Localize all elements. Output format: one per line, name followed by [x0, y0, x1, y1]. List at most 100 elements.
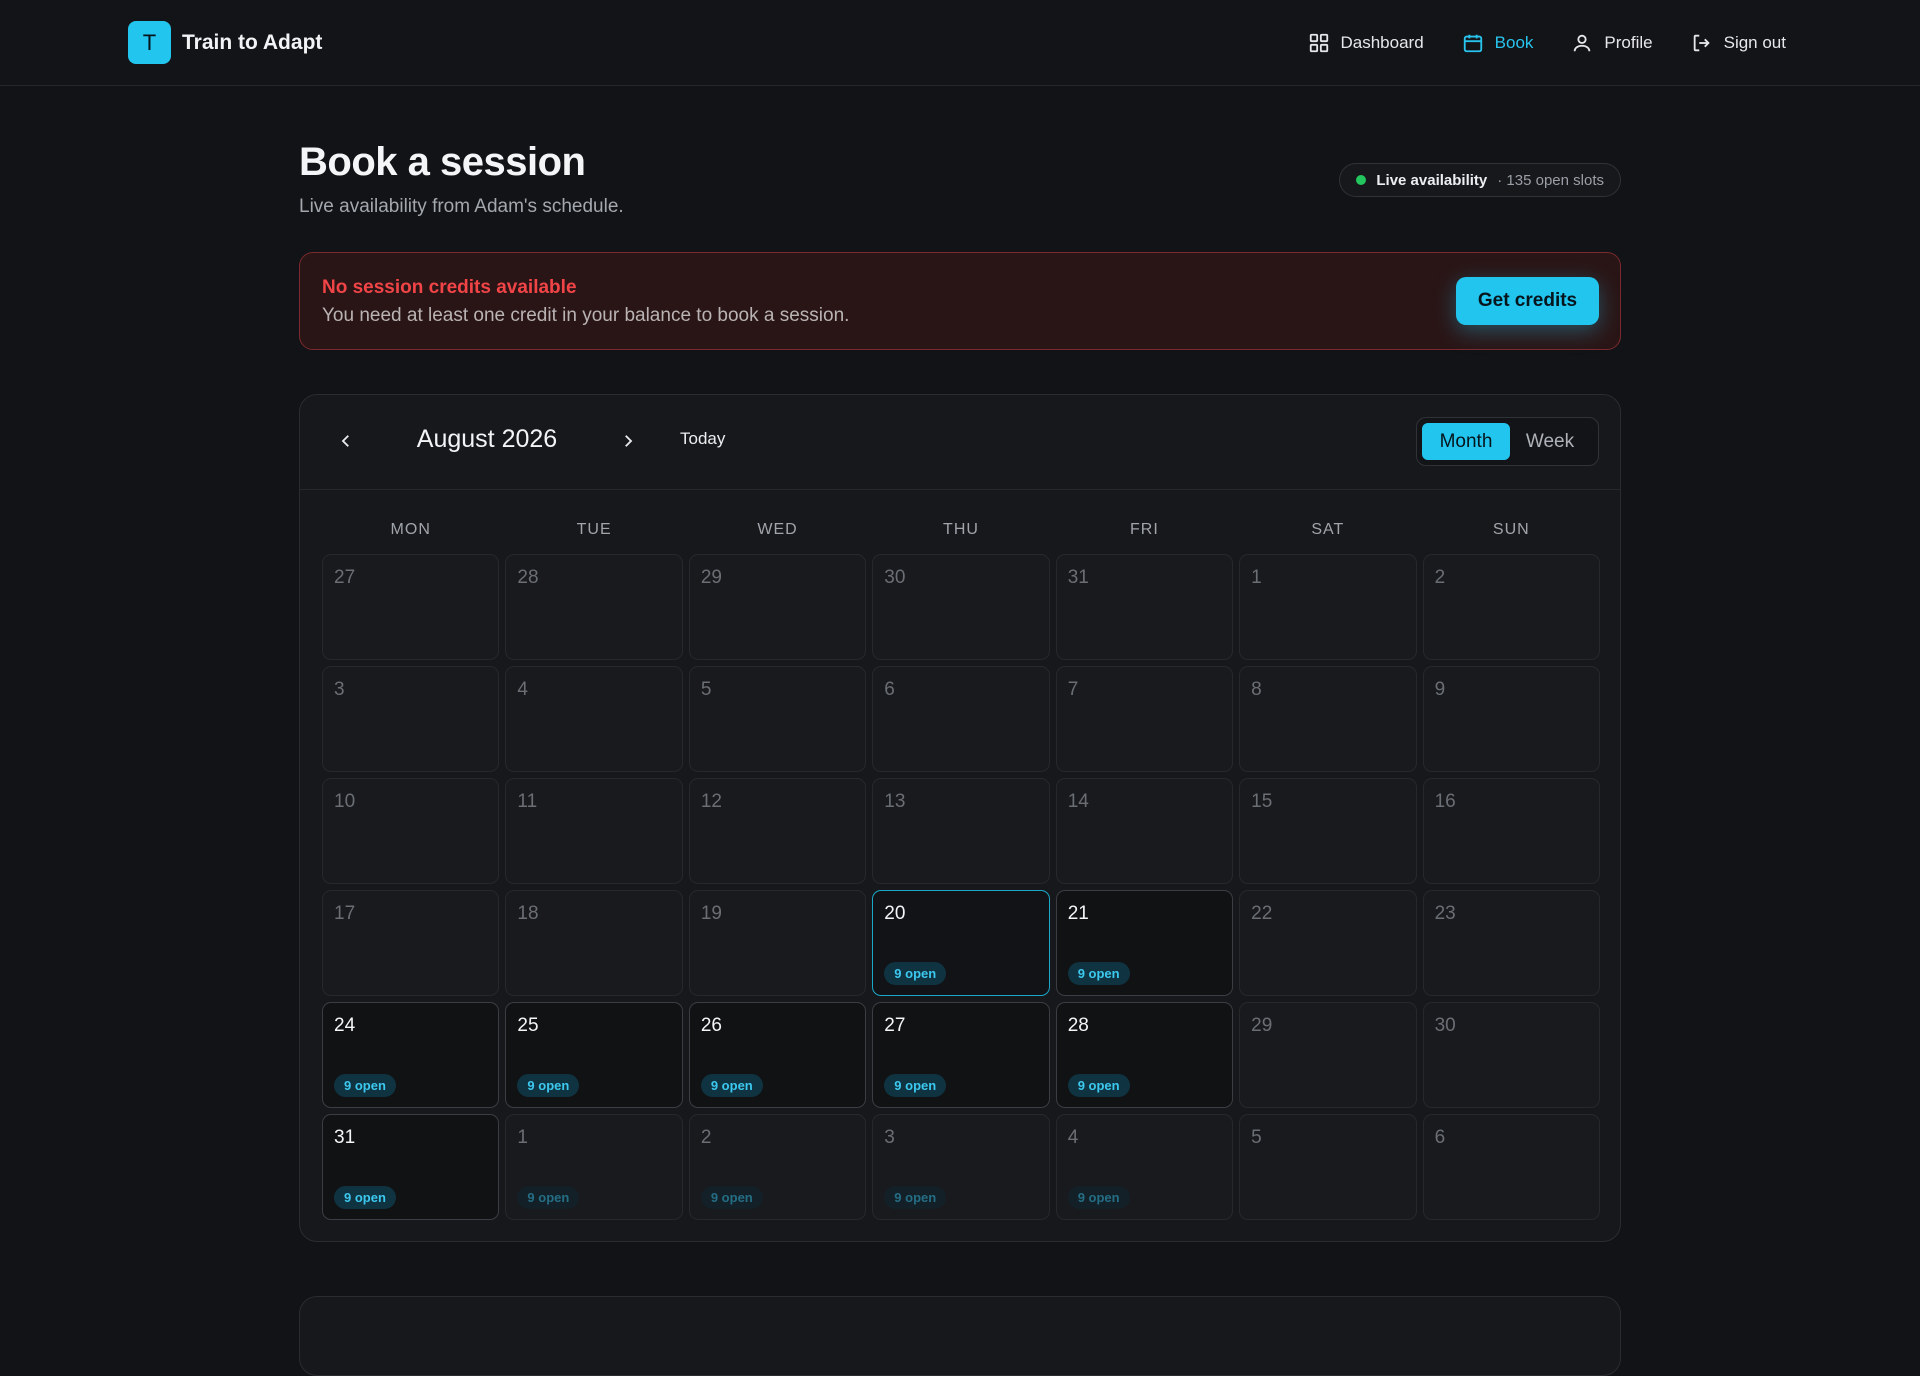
chevron-right-icon	[625, 435, 633, 447]
calendar-toolbar: August 2026 Today Month Week	[300, 395, 1620, 490]
day-number: 1	[517, 1127, 528, 1148]
weekday-label: TUE	[576, 521, 612, 538]
day-number: 4	[517, 679, 528, 700]
calendar-day-cell: 7	[1055, 666, 1234, 772]
calendar-day-cell: 1	[1239, 554, 1417, 660]
calendar-day-cell: 1 9 open	[505, 1114, 683, 1220]
nav-dashboard-label: Dashboard	[1340, 33, 1424, 52]
weekday-label: SAT	[1311, 521, 1345, 538]
calendar-day-cell: 4 9 open	[1055, 1114, 1234, 1220]
calendar-day-cell[interactable]: 20 9 open	[872, 890, 1050, 996]
calendar-day-cell[interactable]: 26 9 open	[688, 1002, 867, 1108]
calendar-day-cell: 6	[1422, 1114, 1600, 1220]
calendar-day-cell: 3	[322, 666, 500, 772]
calendar-day-cell: 10	[322, 778, 500, 884]
user-icon	[1574, 34, 1591, 52]
calendar-day-cell: 30	[872, 554, 1050, 660]
day-number: 28	[1067, 1015, 1089, 1036]
day-number: 30	[1434, 1015, 1456, 1036]
calendar-day-cell: 31	[1055, 554, 1234, 660]
calendar-day-cell: 11	[505, 778, 683, 884]
calendar-day-cell: 4	[505, 666, 683, 772]
day-number: 29	[1251, 1015, 1273, 1036]
day-number: 9	[1434, 679, 1446, 700]
day-number: 1	[1251, 567, 1262, 588]
day-number: 31	[1067, 567, 1089, 588]
day-number: 18	[517, 903, 539, 924]
previous-month-button[interactable]	[328, 423, 364, 459]
calendar-day-cell: 8	[1239, 666, 1417, 772]
calendar-day-cell[interactable]: 25 9 open	[505, 1002, 683, 1108]
brand-name: Train to Adapt	[182, 30, 323, 54]
calendar-day-cell: 6	[872, 666, 1050, 772]
day-number: 25	[517, 1015, 539, 1036]
calendar-day-cell[interactable]: 27 9 open	[872, 1002, 1050, 1108]
nav-book[interactable]: Book	[1462, 32, 1533, 54]
calendar-day-cell: 9	[1422, 666, 1600, 772]
calendar-day-cell[interactable]: 28 9 open	[1055, 1002, 1234, 1108]
open-slots-badge: 9 open	[700, 1074, 763, 1097]
open-slots-badge: 9 open	[1067, 1074, 1130, 1097]
day-number: 2	[1434, 567, 1446, 588]
day-number: 12	[700, 791, 722, 812]
day-number: 10	[334, 791, 356, 812]
day-number: 6	[884, 679, 895, 700]
calendar-day-cell: 18	[505, 890, 683, 996]
next-month-button[interactable]	[610, 423, 646, 459]
calendar-day-cell: 15	[1239, 778, 1417, 884]
brand[interactable]: T Train to Adapt	[128, 21, 322, 64]
page-subtitle: Live availability from Adam's schedule.	[299, 196, 624, 217]
no-credits-alert: No session credits available You need at…	[299, 252, 1621, 350]
view-toggle: Month Week	[1416, 417, 1599, 466]
calendar-day-cell: 13	[872, 778, 1050, 884]
calendar-day-cell: 28	[505, 554, 683, 660]
open-slots-badge: 9 open	[1067, 962, 1130, 985]
nav-dashboard[interactable]: Dashboard	[1308, 32, 1424, 54]
day-number: 5	[1251, 1127, 1262, 1148]
day-number: 5	[700, 679, 712, 700]
brand-logo: T	[128, 21, 171, 64]
day-number: 17	[334, 903, 356, 924]
nav-sign-out-label: Sign out	[1723, 33, 1786, 52]
day-number: 19	[700, 903, 722, 924]
day-number: 26	[700, 1015, 722, 1036]
calendar-day-cell: 14	[1055, 778, 1234, 884]
nav-profile[interactable]: Profile	[1571, 32, 1653, 54]
day-number: 30	[884, 567, 906, 588]
open-slots-badge: 9 open	[517, 1074, 580, 1097]
sign-out-icon	[1693, 34, 1710, 52]
calendar-day-cell[interactable]: 24 9 open	[322, 1002, 500, 1108]
main-nav: Dashboard Book Profile Sign out	[1270, 0, 1786, 86]
live-availability-label: Live availability	[1376, 171, 1488, 189]
open-slots-badge: 9 open	[700, 1186, 763, 1209]
day-number: 3	[334, 679, 345, 700]
top-navigation-bar: T Train to Adapt Dashboard Book Profile	[0, 0, 1920, 86]
day-number: 8	[1251, 679, 1262, 700]
day-number: 13	[884, 791, 906, 812]
weekday-label: SUN	[1492, 521, 1530, 538]
day-number: 11	[517, 791, 538, 812]
day-number: 22	[1251, 903, 1273, 924]
month-view-button[interactable]: Month	[1422, 423, 1510, 460]
day-number: 6	[1434, 1127, 1446, 1148]
day-number: 21	[1067, 903, 1089, 924]
calendar-day-cell[interactable]: 21 9 open	[1055, 890, 1234, 996]
live-status-dot	[1356, 175, 1367, 185]
calendar-day-cell[interactable]: 31 9 open	[322, 1114, 500, 1220]
open-slots-badge: 9 open	[884, 1074, 947, 1097]
day-number: 4	[1067, 1127, 1079, 1148]
week-view-button[interactable]: Week	[1510, 423, 1590, 460]
alert-title: No session credits available	[322, 277, 577, 298]
get-credits-button[interactable]: Get credits	[1456, 277, 1599, 325]
calendar-day-cell: 2	[1422, 554, 1600, 660]
nav-sign-out[interactable]: Sign out	[1691, 32, 1786, 54]
day-number: 20	[884, 903, 906, 924]
today-button[interactable]: Today	[680, 429, 725, 449]
day-number: 15	[1251, 791, 1273, 812]
weekday-label: THU	[943, 521, 979, 538]
weekday-header-row: MON TUE WED THU FRI SAT SUN	[322, 521, 1600, 541]
dashboard-icon	[1309, 33, 1328, 53]
open-slots-badge: 9 open	[884, 1186, 947, 1209]
alert-message: You need at least one credit in your bal…	[322, 305, 850, 326]
current-month-label: August 2026	[416, 425, 558, 453]
